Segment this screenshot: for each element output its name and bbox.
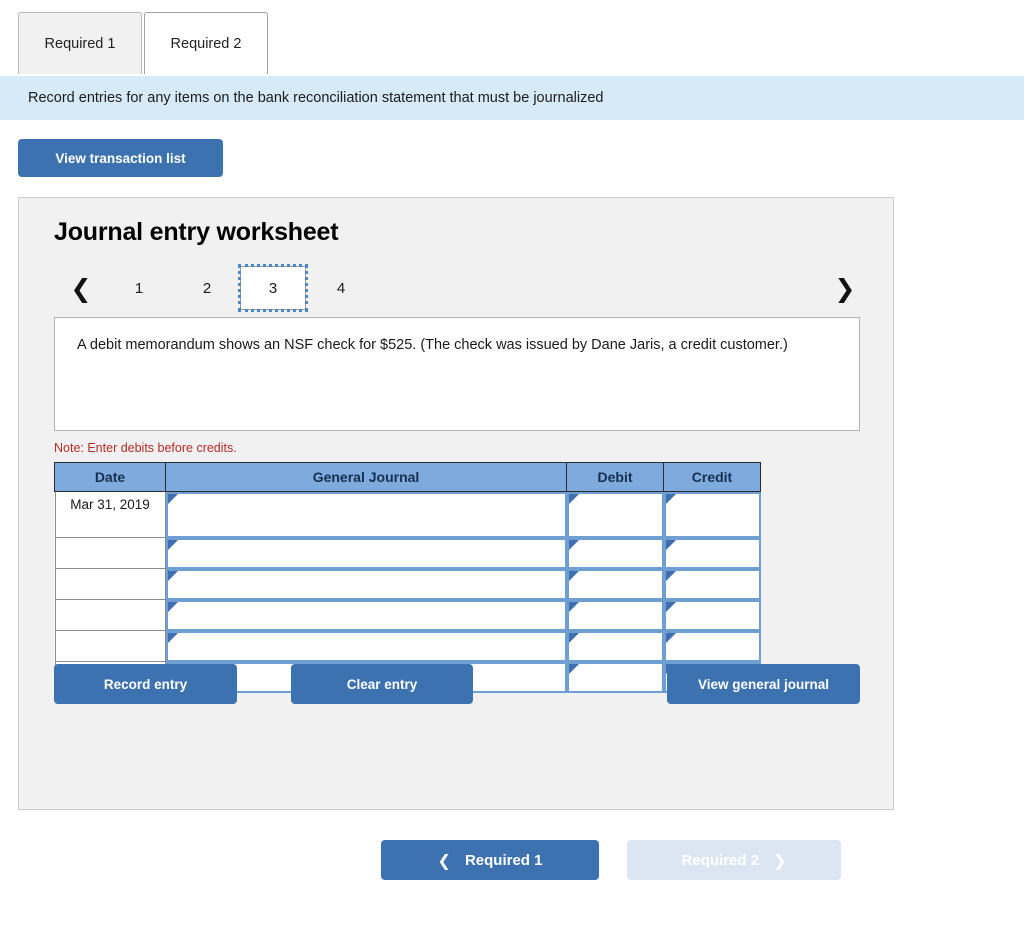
table-row: Mar 31, 2019 xyxy=(54,492,761,538)
instruction-banner: Record entries for any items on the bank… xyxy=(0,76,1024,120)
transaction-prompt: A debit memorandum shows an NSF check fo… xyxy=(54,317,860,431)
nav-required-1-button[interactable]: ❮ Required 1 xyxy=(381,840,599,880)
cell-credit[interactable] xyxy=(663,631,761,662)
pager-page-2[interactable]: 2 xyxy=(174,266,240,310)
nav-required-2-label: Required 2 xyxy=(681,851,760,869)
column-header-debit: Debit xyxy=(566,462,664,492)
cell-date: Mar 31, 2019 xyxy=(54,492,166,538)
chevron-right-icon[interactable]: ❯ xyxy=(830,266,860,310)
view-transaction-list-button[interactable]: View transaction list xyxy=(18,139,223,177)
cell-debit[interactable] xyxy=(566,538,664,569)
table-row xyxy=(54,569,761,600)
tab-required-1-label: Required 1 xyxy=(44,35,116,52)
cell-credit[interactable] xyxy=(663,538,761,569)
column-header-credit: Credit xyxy=(663,462,761,492)
cell-credit[interactable] xyxy=(663,600,761,631)
cell-date xyxy=(54,538,166,569)
record-entry-button[interactable]: Record entry xyxy=(54,664,237,704)
tab-required-2-label: Required 2 xyxy=(170,35,242,52)
cell-general-journal[interactable] xyxy=(165,538,567,569)
toolbar: View transaction list xyxy=(0,120,1024,177)
table-row xyxy=(54,538,761,569)
cell-general-journal[interactable] xyxy=(165,492,567,538)
cell-general-journal[interactable] xyxy=(165,631,567,662)
view-general-journal-button[interactable]: View general journal xyxy=(667,664,860,704)
cell-date xyxy=(54,600,166,631)
pager-page-1[interactable]: 1 xyxy=(106,266,172,310)
nav-required-1-label: Required 1 xyxy=(464,851,543,869)
tab-required-2[interactable]: Required 2 xyxy=(144,12,268,74)
page-title: Journal entry worksheet xyxy=(54,218,339,246)
table-header-row: Date General Journal Debit Credit xyxy=(54,462,761,492)
chevron-right-icon: ❯ xyxy=(773,850,787,870)
pager-page-4[interactable]: 4 xyxy=(308,266,374,310)
worksheet-actions: Record entry Clear entry View general jo… xyxy=(54,664,860,704)
tab-bar: Required 1 Required 2 xyxy=(0,0,1024,76)
journal-entry-table: Date General Journal Debit Credit Mar 31… xyxy=(54,462,761,693)
table-row xyxy=(54,600,761,631)
cell-debit[interactable] xyxy=(566,600,664,631)
cell-credit[interactable] xyxy=(663,569,761,600)
journal-entry-worksheet-panel: Journal entry worksheet ❮ 1 2 3 4 ❯ A de… xyxy=(18,197,894,810)
cell-date xyxy=(54,631,166,662)
cell-general-journal[interactable] xyxy=(165,600,567,631)
pager-page-3[interactable]: 3 xyxy=(238,264,308,312)
chevron-left-icon: ❮ xyxy=(437,850,451,870)
footer-navigation: ❮ Required 1 Required 2 ❯ xyxy=(0,840,1024,900)
cell-debit[interactable] xyxy=(566,569,664,600)
tab-required-1[interactable]: Required 1 xyxy=(18,12,142,74)
column-header-date: Date xyxy=(54,462,166,492)
debits-before-credits-note: Note: Enter debits before credits. xyxy=(54,441,237,455)
table-row xyxy=(54,631,761,662)
worksheet-pager: ❮ 1 2 3 4 ❯ xyxy=(54,264,860,312)
cell-credit[interactable] xyxy=(663,492,761,538)
nav-required-2-button: Required 2 ❯ xyxy=(627,840,841,880)
clear-entry-button[interactable]: Clear entry xyxy=(291,664,473,704)
instruction-text: Record entries for any items on the bank… xyxy=(28,90,604,106)
cell-general-journal[interactable] xyxy=(165,569,567,600)
chevron-left-icon[interactable]: ❮ xyxy=(66,266,96,310)
cell-debit[interactable] xyxy=(566,492,664,538)
column-header-general-journal: General Journal xyxy=(165,462,567,492)
cell-debit[interactable] xyxy=(566,631,664,662)
cell-date xyxy=(54,569,166,600)
